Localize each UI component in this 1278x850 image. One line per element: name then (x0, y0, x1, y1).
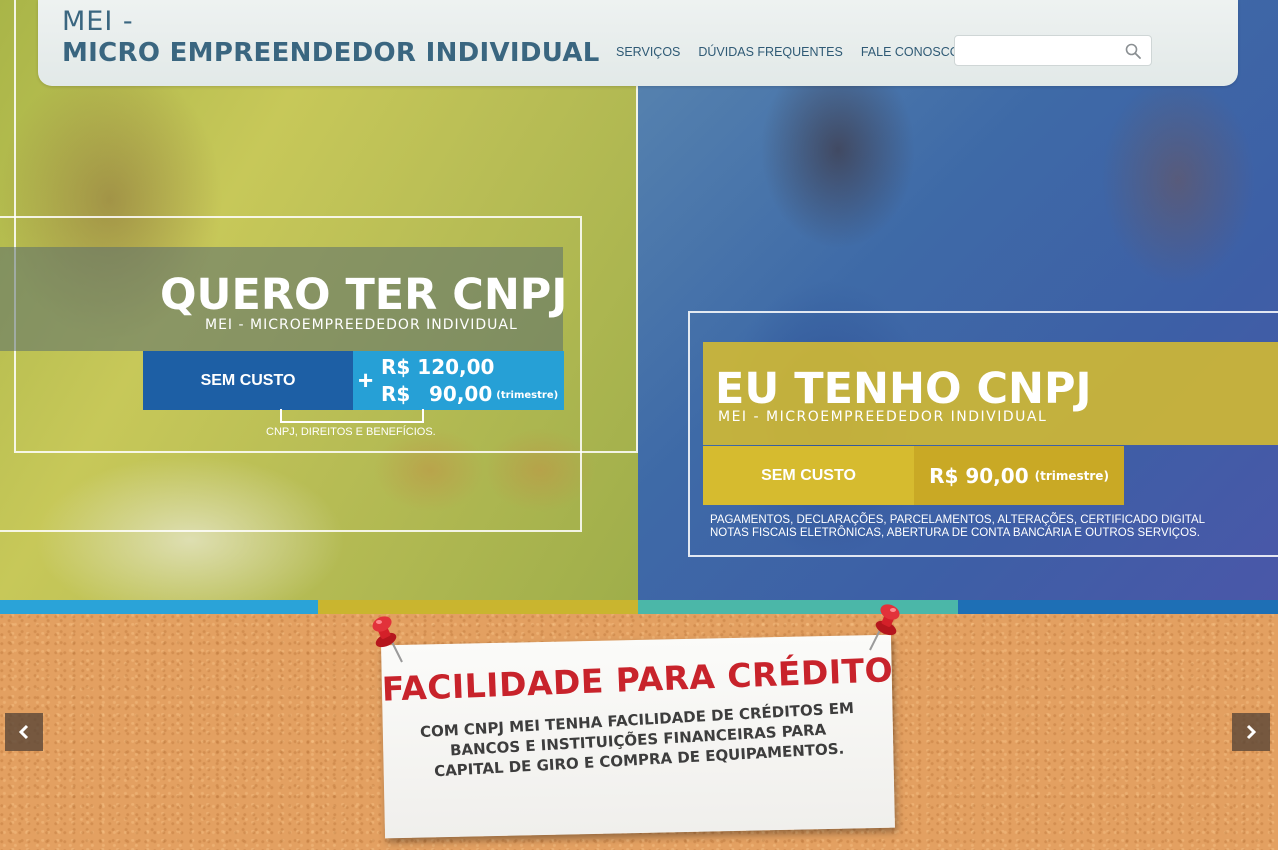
nav-fale-conosco[interactable]: FALE CONOSCO (861, 45, 960, 59)
nav-duvidas-frequentes[interactable]: DÚVIDAS FREQUENTES (698, 45, 842, 59)
nav-servicos[interactable]: SERVIÇOS (616, 45, 680, 59)
chevron-left-icon (18, 724, 29, 740)
price-secondary-value: 90,00 (429, 382, 493, 406)
stripe-teal (638, 600, 958, 614)
left-title: QUERO TER CNPJ (160, 270, 568, 320)
right-services-note: PAGAMENTOS, DECLARAÇÕES, PARCELAMENTOS, … (710, 514, 1205, 540)
credit-note-card: FACILIDADE PARA CRÉDITO COM CNPJ MEI TEN… (381, 634, 895, 839)
left-subtitle: MEI - MICROEMPREEDEDOR INDIVIDUAL (205, 317, 518, 333)
stripe-dark-blue (958, 600, 1278, 614)
price-primary-left: R$ 120,00 (381, 355, 495, 379)
search-input[interactable] (961, 41, 1121, 61)
sem-custo-button-right[interactable]: SEM CUSTO (703, 446, 914, 505)
left-benefits-note: CNPJ, DIREITOS E BENEFÍCIOS. (266, 426, 436, 438)
stripe-blue (0, 600, 318, 614)
right-services-line2: NOTAS FISCAIS ELETRÔNICAS, ABERTURA DE C… (710, 527, 1200, 539)
sem-custo-button-left[interactable]: SEM CUSTO (143, 351, 353, 410)
plus-sign: + (358, 365, 374, 395)
right-title: EU TENHO CNPJ (715, 364, 1092, 414)
price-box-right[interactable]: R$ 90,00 (trimestre) (914, 446, 1124, 505)
right-subtitle: MEI - MICROEMPREEDEDOR INDIVIDUAL (718, 409, 1048, 425)
search-icon[interactable] (1125, 43, 1141, 59)
price-trimestre-right: (trimestre) (1034, 468, 1109, 483)
hero-section: QUERO TER CNPJ MEI - MICROEMPREEDEDOR IN… (0, 0, 1278, 614)
price-right: R$ 90,00 (929, 463, 1029, 488)
brand-line2[interactable]: MICRO EMPREENDEDOR INDIVIDUAL (62, 38, 600, 68)
bracket-line (280, 409, 424, 423)
slider-next-button[interactable] (1232, 713, 1270, 751)
stripe-yellow (318, 600, 638, 614)
search-box (954, 35, 1152, 66)
price-currency-left: R$ (381, 382, 411, 406)
right-hero-image (638, 0, 1278, 600)
site-header: MEI - MICRO EMPREENDEDOR INDIVIDUAL SERV… (38, 0, 1238, 86)
color-stripes (0, 600, 1278, 614)
pushpin-right-icon (869, 604, 900, 651)
brand-line1[interactable]: MEI - (62, 6, 134, 37)
credit-body: COM CNPJ MEI TENHA FACILIDADE DE CRÉDITO… (382, 696, 895, 784)
right-services-line1: PAGAMENTOS, DECLARAÇÕES, PARCELAMENTOS, … (710, 514, 1206, 526)
price-trimestre-left: (trimestre) (496, 390, 559, 401)
main-nav: SERVIÇOS DÚVIDAS FREQUENTES FALE CONOSCO (616, 45, 959, 59)
pushpin-left-icon (372, 616, 403, 663)
slider-prev-button[interactable] (5, 713, 43, 751)
chevron-right-icon (1246, 724, 1257, 740)
price-box-left[interactable]: + R$ 120,00 R$ 90,00 (trimestre) (353, 351, 564, 410)
price-secondary-left: 90,00 (trimestre) (429, 382, 558, 406)
